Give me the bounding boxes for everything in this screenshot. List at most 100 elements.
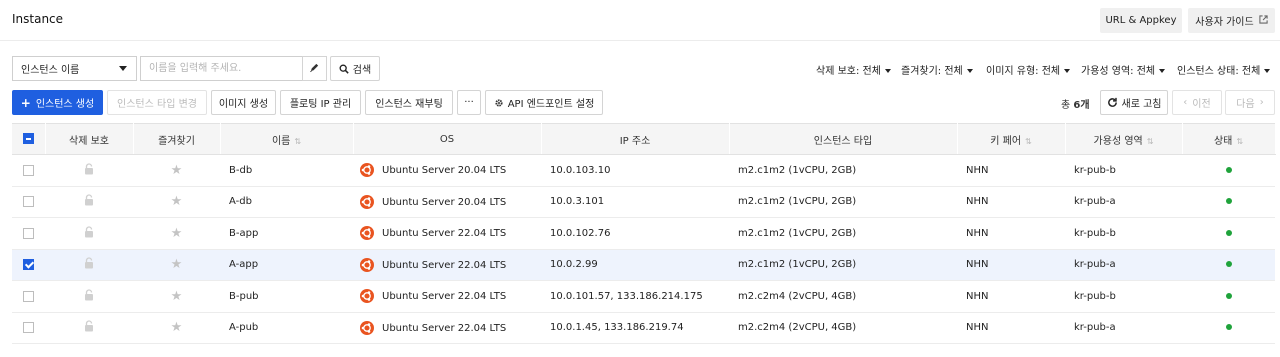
star-icon[interactable]: ★ (171, 163, 183, 178)
instance-name[interactable]: A-db (229, 196, 252, 207)
column-header: OS (353, 123, 542, 155)
row-select-cell[interactable] (12, 217, 45, 250)
star-icon[interactable]: ★ (171, 226, 183, 241)
search-icon (339, 64, 349, 74)
key-pair: NHN (966, 259, 989, 271)
table-row[interactable]: ★ B-app Ubuntu Server 22.04 LTS 10.0.102.76… (12, 217, 1275, 250)
ubuntu-icon (360, 194, 374, 209)
column-header-sortable[interactable]: 상태 ⇅ (1182, 123, 1276, 155)
refresh-label: 새로 고침 (1121, 99, 1162, 110)
ip-address: 10.0.101.57, 133.186.214.175 (550, 290, 703, 302)
column-label: 인스턴스 타입 (813, 135, 873, 147)
row-checkbox[interactable] (23, 196, 34, 207)
filter-delete-protection[interactable]: 삭제 보호: 전체 (816, 62, 891, 77)
instance-name[interactable]: B-app (229, 228, 258, 239)
row-checkbox[interactable] (23, 227, 34, 239)
search-button[interactable]: 검색 (330, 56, 380, 81)
lock-icon[interactable] (84, 226, 94, 241)
lock-icon[interactable] (84, 289, 94, 304)
row-checkbox[interactable] (23, 259, 34, 270)
row-checkbox[interactable] (23, 164, 34, 176)
more-button[interactable]: ··· (457, 90, 481, 115)
column-header-sortable[interactable]: 키 페어 ⇅ (957, 123, 1066, 155)
filter-favorite[interactable]: 즐겨찾기: 전체 (901, 62, 973, 77)
column-header-sortable[interactable]: 가용성 영역 ⇅ (1065, 123, 1183, 155)
row-select-cell[interactable] (12, 280, 45, 313)
key-pair: NHN (966, 164, 989, 176)
table-row[interactable]: ★ B-db Ubuntu Server 20.04 LTS 10.0.103.10 m… (12, 154, 1275, 187)
instance-type: m2.c1m2 (1vCPU, 2GB) (738, 259, 857, 271)
chevron-down-icon (1264, 69, 1271, 73)
star-icon[interactable]: ★ (171, 320, 183, 335)
row-select-cell[interactable] (12, 186, 45, 218)
row-select-cell[interactable] (12, 312, 45, 344)
table-row[interactable]: ★ A-pub Ubuntu Server 22.04 LTS 10.0.1.45, … (12, 312, 1275, 344)
plus-icon: + (20, 95, 31, 110)
filter-label: 가용성 영역: 전체 (1081, 66, 1156, 77)
reboot-instance-button[interactable]: 인스턴스 재부팅 (365, 90, 453, 115)
search-field-select[interactable]: 인스턴스 이름 (12, 56, 137, 81)
column-label: 상태 (1213, 135, 1233, 147)
create-image-button[interactable]: 이미지 생성 (211, 90, 276, 115)
row-select-cell[interactable] (12, 249, 45, 281)
chevron-down-icon (1159, 69, 1166, 73)
key-pair-cell: NHN (957, 217, 1065, 250)
refresh-icon (1107, 97, 1118, 108)
os-cell: Ubuntu Server 22.04 LTS (353, 249, 541, 281)
lock-icon[interactable] (84, 320, 94, 335)
edit-search-button[interactable] (302, 56, 327, 81)
table-row[interactable]: ★ A-app Ubuntu Server 22.04 LTS 10.0.2.99 m2… (12, 249, 1275, 281)
select-all-checkbox[interactable] (22, 133, 34, 145)
key-pair-cell: NHN (957, 154, 1065, 187)
url-appkey-label: URL & Appkey (1105, 15, 1177, 26)
filter-instance-status[interactable]: 인스턴스 상태: 전체 (1177, 62, 1271, 77)
column-header-sortable[interactable]: 이름 ⇅ (220, 123, 354, 155)
ip-address: 10.0.103.10 (550, 164, 611, 176)
url-appkey-button[interactable]: URL & Appkey (1100, 8, 1182, 33)
star-icon[interactable]: ★ (171, 257, 183, 272)
filter-image-type[interactable]: 이미지 유형: 전체 (986, 62, 1071, 77)
lock-icon[interactable] (84, 194, 94, 209)
row-select-cell[interactable] (12, 154, 45, 187)
ubuntu-icon (360, 226, 374, 241)
star-icon[interactable]: ★ (171, 194, 183, 209)
key-pair: NHN (966, 196, 989, 208)
os-cell: Ubuntu Server 20.04 LTS (353, 154, 541, 187)
table-row[interactable]: ★ B-pub Ubuntu Server 22.04 LTS 10.0.101.57… (12, 280, 1275, 313)
instance-table: 삭제 보호 즐겨찾기 이름 ⇅ OS IP 주소 인스턴스 타입 키 페어 ⇅ 가용… (12, 123, 1276, 344)
filter-availability-zone[interactable]: 가용성 영역: 전체 (1081, 62, 1166, 77)
instance-name[interactable]: A-app (229, 259, 258, 270)
instance-name[interactable]: A-pub (229, 322, 258, 333)
next-page-button[interactable]: 다음 › (1225, 90, 1275, 115)
search-input[interactable] (140, 56, 302, 81)
status-dot-icon (1225, 292, 1232, 299)
floating-ip-button[interactable]: 플로팅 IP 관리 (280, 90, 361, 115)
instance-name[interactable]: B-db (229, 165, 252, 176)
instance-name[interactable]: B-pub (229, 291, 259, 302)
create-instance-button[interactable]: + 인스턴스 생성 (12, 90, 103, 115)
os-cell: Ubuntu Server 22.04 LTS (353, 217, 541, 250)
ip-address: 10.0.102.76 (550, 227, 611, 239)
table-row[interactable]: ★ A-db Ubuntu Server 20.04 LTS 10.0.3.101 m2… (12, 186, 1275, 218)
row-checkbox[interactable] (23, 290, 34, 302)
instance-type-cell: m2.c1m2 (1vCPU, 2GB) (729, 154, 957, 187)
availability-zone: kr-pub-b (1074, 227, 1116, 239)
select-all-cell[interactable] (12, 123, 46, 155)
instance-type-cell: m2.c2m4 (2vCPU, 4GB) (729, 280, 957, 313)
prev-label: 이전 (1192, 99, 1211, 110)
lock-icon[interactable] (84, 163, 94, 178)
lock-icon[interactable] (84, 257, 94, 272)
status-dot-icon (1225, 198, 1232, 205)
row-checkbox[interactable] (23, 322, 34, 333)
change-instance-type-button[interactable]: 인스턴스 타입 변경 (107, 90, 207, 115)
user-guide-button[interactable]: 사용자 가이드 (1188, 8, 1275, 33)
api-endpoint-button[interactable]: API 엔드포인트 설정 (485, 90, 603, 115)
filter-label: 인스턴스 상태: 전체 (1177, 66, 1261, 77)
favorite-cell: ★ (133, 154, 220, 187)
key-pair-cell: NHN (957, 312, 1065, 344)
prev-page-button[interactable]: ‹ 이전 (1172, 90, 1222, 115)
zone-cell: kr-pub-a (1065, 186, 1182, 218)
star-icon[interactable]: ★ (171, 289, 183, 304)
ip-cell: 10.0.1.45, 133.186.219.74 (541, 312, 729, 344)
refresh-button[interactable]: 새로 고침 (1100, 90, 1168, 115)
